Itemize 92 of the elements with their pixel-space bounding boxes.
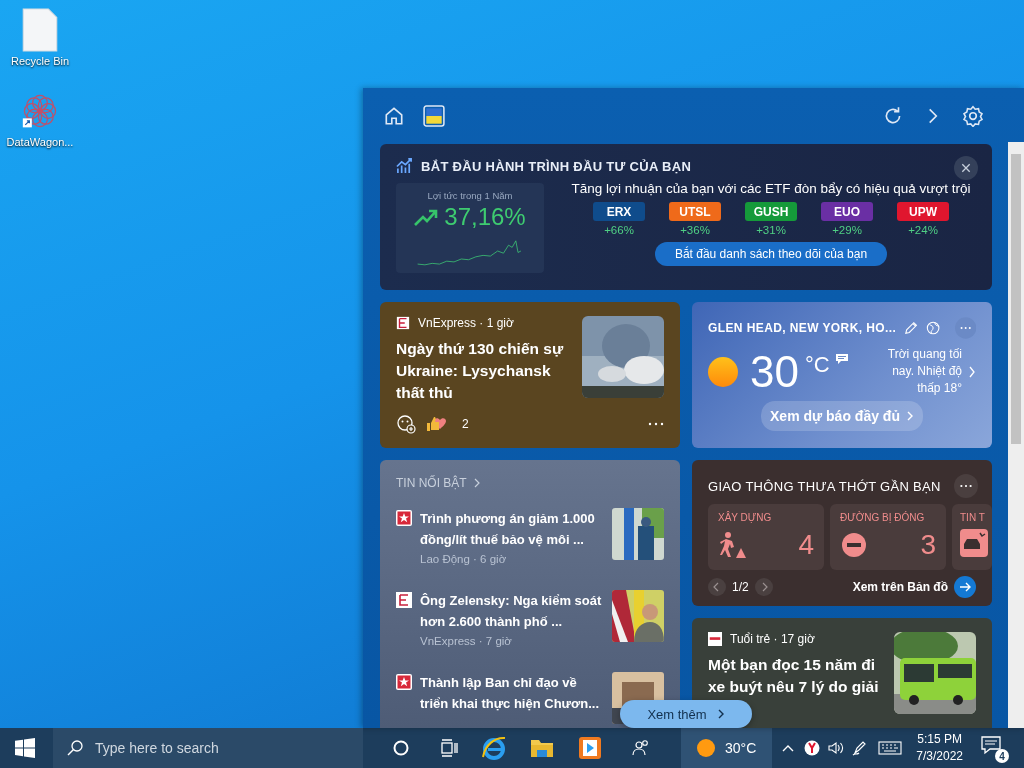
weather-button[interactable]: 30°C bbox=[681, 728, 773, 768]
return-value: 37,16% bbox=[444, 203, 526, 231]
trend-up-icon bbox=[414, 207, 439, 227]
comment-icon bbox=[835, 354, 848, 364]
story-headline[interactable]: Ông Zelensky: Nga kiểm soát hơn 2.600 thành phố ... bbox=[420, 590, 604, 632]
chevron-right-icon bbox=[472, 478, 481, 488]
next-button[interactable] bbox=[754, 578, 773, 596]
sun-icon bbox=[708, 356, 738, 387]
notification-icon[interactable] bbox=[981, 735, 1001, 755]
chevron-right-icon bbox=[716, 708, 725, 720]
clock-date[interactable]: 7/3/2022 bbox=[916, 748, 963, 765]
settings-icon[interactable] bbox=[962, 105, 984, 127]
story-headline[interactable]: Trình phương án giảm 1.000 đồng/lít thuế bảo vệ môi ... bbox=[420, 508, 604, 550]
star-logo-icon bbox=[396, 674, 412, 690]
taskbar-temperature: 30°C bbox=[725, 740, 757, 756]
story-source: Lao Động · 6 giờ bbox=[420, 553, 508, 565]
car-crash-icon bbox=[960, 529, 988, 557]
news-logo-icon bbox=[708, 632, 722, 646]
globe-icon[interactable] bbox=[926, 320, 941, 336]
return-label: Lợi tức trong 1 Năm bbox=[427, 190, 513, 201]
news-source: VnExpress · 1 giờ bbox=[418, 316, 514, 330]
news-headline: Một bạn đọc 15 năm đi xe buýt nêu 7 lý do giải bbox=[708, 655, 880, 697]
e-logo-icon bbox=[396, 592, 412, 608]
tile-label: XÂY DỰNG bbox=[718, 512, 773, 523]
more-icon[interactable] bbox=[648, 421, 664, 426]
banner-title: BẮT ĐẦU HÀNH TRÌNH ĐẦU TƯ CỦA BẠN bbox=[421, 159, 692, 174]
no-entry-icon bbox=[840, 531, 868, 559]
browser-e-icon[interactable] bbox=[481, 735, 507, 761]
story-source: VnExpress · 7 giờ bbox=[420, 635, 513, 647]
tile-label: TIN T bbox=[960, 512, 986, 523]
news-source: Tuổi trẻ · 17 giờ bbox=[730, 632, 815, 646]
more-button[interactable] bbox=[954, 474, 978, 498]
section-title[interactable]: TIN NỐI BẬT bbox=[396, 476, 467, 490]
map-link[interactable]: Xem trên Bản đồ bbox=[852, 580, 948, 594]
tile-count: 4 bbox=[798, 529, 814, 561]
chart-icon bbox=[396, 158, 413, 175]
previous-button[interactable] bbox=[708, 578, 726, 596]
e-logo-icon bbox=[396, 316, 410, 330]
worker-icon bbox=[718, 531, 746, 559]
star-logo-icon bbox=[396, 510, 412, 526]
scrollbar[interactable] bbox=[1008, 142, 1024, 728]
news-card[interactable]: VnExpress · 1 giờ Ngày thứ 130 chiến sự Ukraine: Lysychansk thất thủ 2 bbox=[380, 302, 680, 448]
home-icon[interactable] bbox=[383, 105, 405, 127]
flag-icon[interactable] bbox=[423, 105, 445, 127]
ticker-tag[interactable]: GUSH bbox=[745, 202, 797, 221]
see-more-button[interactable]: Xem thêm bbox=[620, 700, 752, 728]
sun-icon bbox=[697, 739, 715, 757]
arrow-right-button[interactable] bbox=[954, 576, 976, 598]
keyboard-icon[interactable] bbox=[878, 740, 903, 756]
icon-label: DataWagon... bbox=[6, 136, 74, 148]
ticker-tag[interactable]: ERX bbox=[593, 202, 645, 221]
ticker-change: +31% bbox=[756, 224, 786, 236]
weather-summary: Trời quang tối nay. Nhiệt độ thấp 18° bbox=[886, 346, 962, 397]
temperature-unit: °C bbox=[804, 352, 830, 378]
chevron-right-icon bbox=[905, 410, 914, 422]
ticker-change: +24% bbox=[908, 224, 938, 236]
ticker-tag[interactable]: EUO bbox=[821, 202, 873, 221]
y-logo-icon[interactable] bbox=[804, 740, 821, 756]
weather-location: GLEN HEAD, NEW YORK, HO... bbox=[708, 321, 897, 335]
clock-time[interactable]: 5:15 PM bbox=[917, 731, 962, 748]
people-icon[interactable] bbox=[631, 738, 651, 758]
search-field[interactable]: Type here to search bbox=[53, 728, 363, 768]
notification-badge: 4 bbox=[995, 749, 1009, 763]
page-indicator: 1/2 bbox=[732, 580, 749, 594]
watchlist-button[interactable]: Bắt đầu danh sách theo dõi của bạn bbox=[654, 242, 888, 266]
add-reaction-icon[interactable] bbox=[396, 413, 416, 434]
tile-label: ĐƯỜNG BỊ ĐÓNG bbox=[840, 512, 926, 523]
tile-count: 3 bbox=[920, 529, 936, 561]
traffic-tile[interactable]: TIN T bbox=[952, 504, 992, 570]
task-view-icon[interactable] bbox=[439, 738, 459, 758]
close-button[interactable] bbox=[954, 156, 978, 180]
reaction-count: 2 bbox=[462, 416, 469, 431]
windows-start-icon[interactable] bbox=[15, 738, 35, 758]
search-icon bbox=[67, 740, 83, 756]
chevron-right-icon[interactable] bbox=[968, 364, 976, 379]
icon-label: Recycle Bin bbox=[10, 55, 70, 67]
traffic-tile[interactable]: ĐƯỜNG BỊ ĐÓNG 3 bbox=[830, 504, 946, 570]
speaker-icon[interactable] bbox=[828, 740, 845, 756]
ticker-change: +29% bbox=[832, 224, 862, 236]
ticker-tag[interactable]: UPW bbox=[897, 202, 949, 221]
ticker-change: +36% bbox=[680, 224, 710, 236]
ticker-change: +66% bbox=[604, 224, 634, 236]
cortana-icon[interactable] bbox=[391, 738, 411, 758]
banner-headline: Tăng lợi nhuận của bạn với các ETF đòn bẩy có hiệu quả vượt trội bbox=[571, 181, 971, 196]
pencil-icon[interactable] bbox=[904, 320, 919, 336]
media-player-icon[interactable] bbox=[577, 735, 603, 761]
traffic-tile[interactable]: XÂY DỰNG 4 bbox=[708, 504, 824, 570]
traffic-title: GIAO THÔNG THƯA THỚT GẦN BẠN bbox=[708, 478, 941, 494]
ticker-tag[interactable]: UTSL bbox=[669, 202, 721, 221]
story-headline[interactable]: Thành lập Ban chỉ đạo về triển khai thực hiện Chươn... bbox=[420, 672, 604, 714]
temperature: 30 bbox=[750, 346, 799, 397]
news-headline: Ngày thứ 130 chiến sự Ukraine: Lysychansk thất thủ bbox=[396, 339, 565, 403]
